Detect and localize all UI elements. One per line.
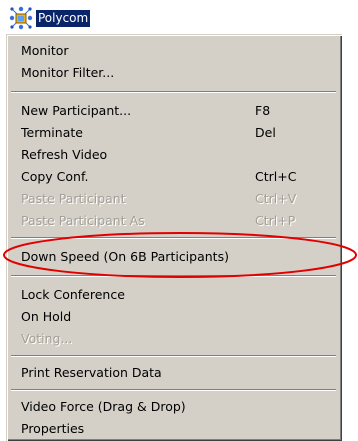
menu-item-label: On Hold bbox=[21, 308, 72, 324]
menu-separator bbox=[11, 355, 336, 357]
menu-separator bbox=[11, 275, 336, 277]
menu-item-shortcut: Ctrl+P bbox=[255, 212, 296, 228]
menu-item-paste-participant-as[interactable]: Paste Participant As Ctrl+P bbox=[9, 209, 338, 231]
menu-item-refresh-video[interactable]: Refresh Video bbox=[9, 143, 338, 165]
menu-item-shortcut: Ctrl+C bbox=[255, 168, 297, 184]
menu-item-shortcut: F8 bbox=[255, 102, 271, 118]
menu-separator bbox=[11, 237, 336, 239]
menu-item-shortcut: Del bbox=[255, 124, 276, 140]
menu-item-label: Video Force (Drag & Drop) bbox=[21, 398, 186, 414]
menu-item-label: Paste Participant bbox=[21, 190, 126, 206]
menu-separator bbox=[11, 389, 336, 391]
menu-item-label: Terminate bbox=[21, 124, 83, 140]
menu-item-label: Down Speed (On 6B Participants) bbox=[21, 248, 229, 264]
menu-item-label: Refresh Video bbox=[21, 146, 108, 162]
menu-item-print-reservation-data[interactable]: Print Reservation Data bbox=[9, 361, 338, 383]
menu-item-label: Copy Conf. bbox=[21, 168, 89, 184]
menu-item-shortcut: Ctrl+V bbox=[255, 190, 297, 206]
menu-item-label: New Participant... bbox=[21, 102, 132, 118]
tree-node-polycom[interactable]: Polycom bbox=[9, 6, 91, 30]
menu-item-on-hold[interactable]: On Hold bbox=[9, 305, 338, 327]
menu-item-lock-conference[interactable]: Lock Conference bbox=[9, 283, 338, 305]
menu-item-paste-participant[interactable]: Paste Participant Ctrl+V bbox=[9, 187, 338, 209]
menu-item-voting[interactable]: Voting... bbox=[9, 327, 338, 349]
menu-item-label: Print Reservation Data bbox=[21, 364, 162, 380]
menu-item-monitor-filter[interactable]: Monitor Filter... bbox=[9, 61, 338, 83]
menu-item-video-force[interactable]: Video Force (Drag & Drop) bbox=[9, 395, 338, 417]
menu-item-label: Monitor bbox=[21, 42, 69, 58]
tree-node-label[interactable]: Polycom bbox=[36, 9, 91, 27]
menu-item-terminate[interactable]: Terminate Del bbox=[9, 121, 338, 143]
menu-item-label: Lock Conference bbox=[21, 286, 125, 302]
menu-item-label: Monitor Filter... bbox=[21, 64, 115, 80]
menu-item-copy-conf[interactable]: Copy Conf. Ctrl+C bbox=[9, 165, 338, 187]
menu-item-new-participant[interactable]: New Participant... F8 bbox=[9, 99, 338, 121]
menu-separator bbox=[11, 91, 336, 93]
menu-item-label: Properties bbox=[21, 420, 85, 436]
menu-item-monitor[interactable]: Monitor bbox=[9, 39, 338, 61]
context-menu: Monitor Monitor Filter... New Participan… bbox=[6, 34, 342, 441]
conference-network-icon bbox=[9, 6, 33, 30]
menu-item-label: Voting... bbox=[21, 330, 73, 346]
menu-item-properties[interactable]: Properties bbox=[9, 417, 338, 439]
menu-item-label: Paste Participant As bbox=[21, 212, 145, 228]
menu-item-down-speed[interactable]: Down Speed (On 6B Participants) bbox=[9, 245, 338, 267]
